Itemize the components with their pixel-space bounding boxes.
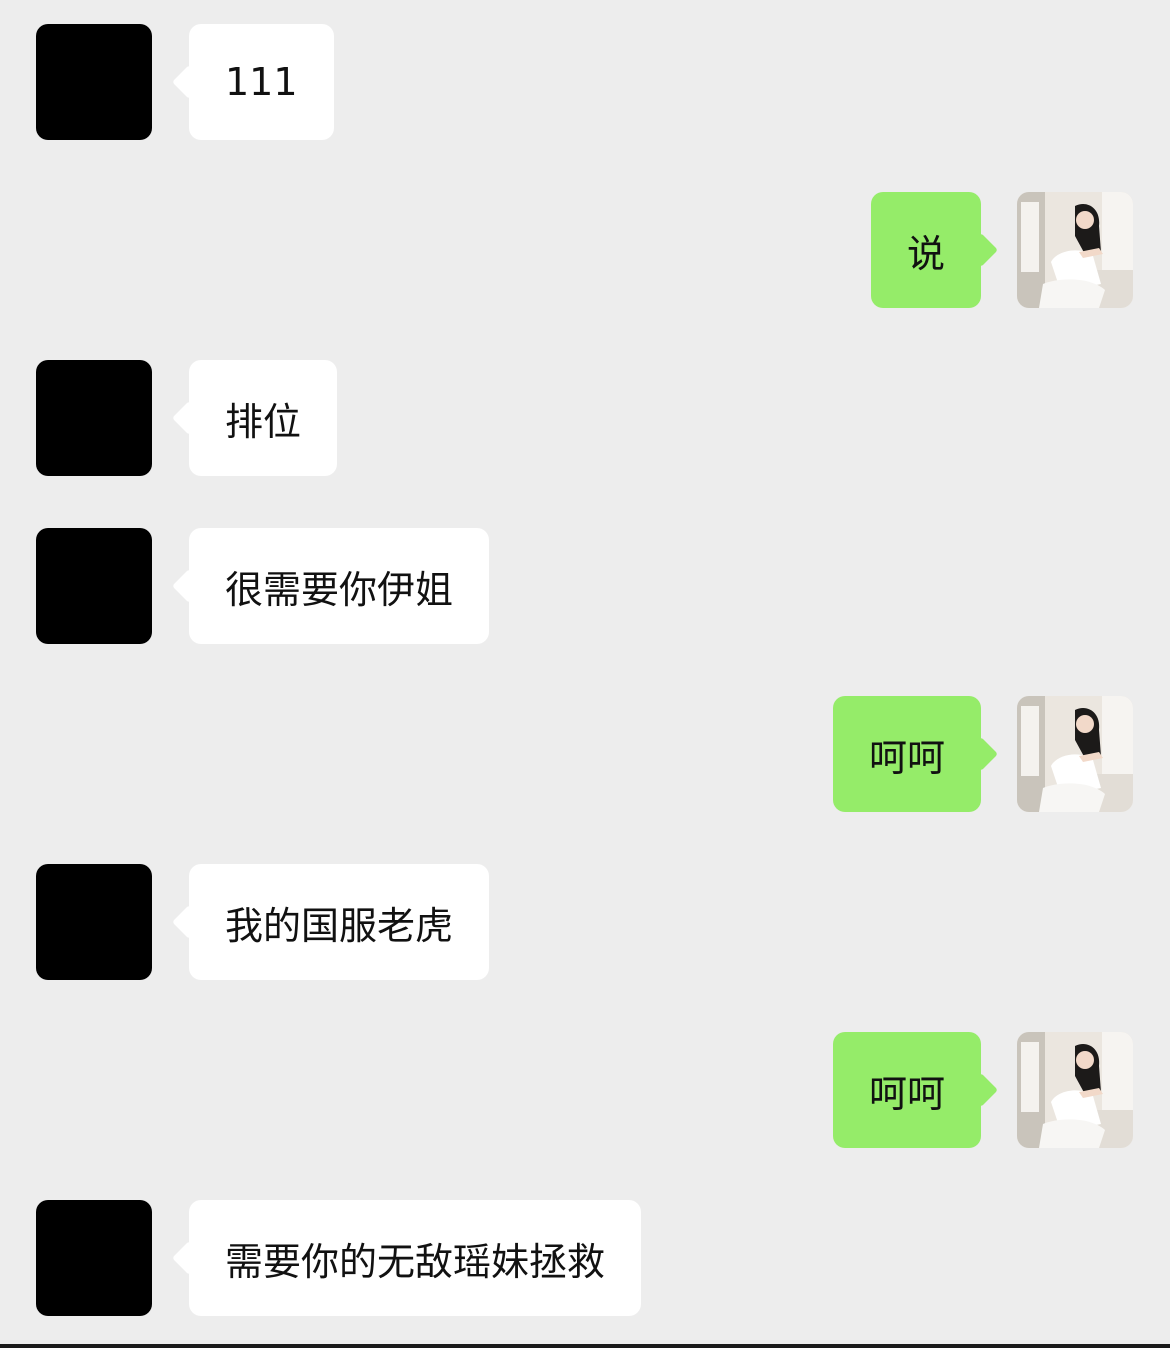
message-text: 排位 xyxy=(225,399,302,444)
user-avatar[interactable] xyxy=(1017,696,1133,812)
message-row-incoming: 很需要你伊姐 xyxy=(0,528,1170,644)
message-row-outgoing: 呵呵 xyxy=(0,1032,1170,1148)
message-text: 我的国服老虎 xyxy=(225,903,454,948)
message-text: 说 xyxy=(906,231,945,276)
message-row-incoming: 需要你的无敌瑶妹拯救 xyxy=(0,1200,1170,1316)
contact-avatar[interactable] xyxy=(36,24,152,140)
message-bubble-outgoing[interactable]: 呵呵 xyxy=(832,696,981,812)
message-text: 呵呵 xyxy=(868,735,945,780)
contact-avatar[interactable] xyxy=(36,864,152,980)
message-bubble-incoming[interactable]: 很需要你伊姐 xyxy=(189,528,490,644)
message-bubble-outgoing[interactable]: 说 xyxy=(870,192,981,308)
message-text: 需要你的无敌瑶妹拯救 xyxy=(225,1239,606,1284)
message-text: 111 xyxy=(225,60,298,104)
chat-message-list[interactable]: 111 说 排位 很需要你伊姐 呵呵 我的国服老虎 呵呵 需要你的无敌瑶妹拯救 xyxy=(0,0,1170,1348)
message-bubble-incoming[interactable]: 我的国服老虎 xyxy=(189,864,490,980)
contact-avatar[interactable] xyxy=(36,360,152,476)
message-bubble-outgoing[interactable]: 呵呵 xyxy=(832,1032,981,1148)
contact-avatar[interactable] xyxy=(36,528,152,644)
user-photo-avatar xyxy=(1017,696,1133,812)
message-text: 呵呵 xyxy=(868,1071,945,1116)
message-bubble-incoming[interactable]: 111 xyxy=(189,24,334,140)
bottom-divider xyxy=(0,1344,1170,1348)
message-row-incoming: 我的国服老虎 xyxy=(0,864,1170,980)
contact-avatar[interactable] xyxy=(36,1200,152,1316)
user-photo-avatar xyxy=(1017,1032,1133,1148)
user-photo-avatar xyxy=(1017,192,1133,308)
message-row-incoming: 111 xyxy=(0,24,1170,140)
message-bubble-incoming[interactable]: 需要你的无敌瑶妹拯救 xyxy=(189,1200,642,1316)
message-text: 很需要你伊姐 xyxy=(225,567,454,612)
message-bubble-incoming[interactable]: 排位 xyxy=(189,360,338,476)
user-avatar[interactable] xyxy=(1017,192,1133,308)
message-row-outgoing: 说 xyxy=(0,192,1170,308)
user-avatar[interactable] xyxy=(1017,1032,1133,1148)
message-row-outgoing: 呵呵 xyxy=(0,696,1170,812)
message-row-incoming: 排位 xyxy=(0,360,1170,476)
